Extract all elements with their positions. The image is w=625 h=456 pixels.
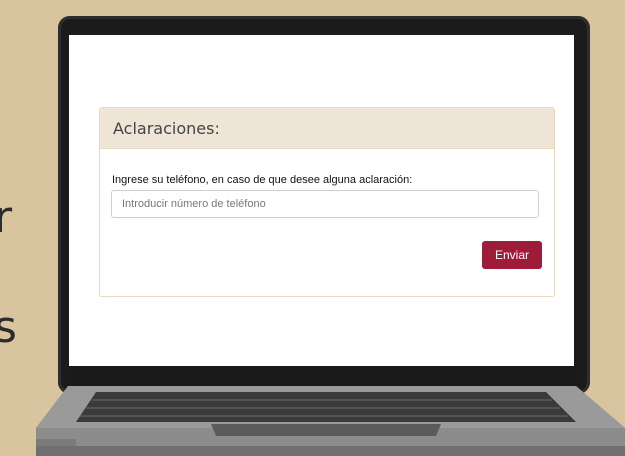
aclaraciones-panel: Aclaraciones: Ingrese su teléfono, en ca… xyxy=(99,107,555,297)
phone-input[interactable] xyxy=(111,190,539,218)
laptop-frame: Aclaraciones: Ingrese su teléfono, en ca… xyxy=(0,0,625,456)
laptop-base xyxy=(36,386,625,456)
trackpad xyxy=(211,424,441,436)
keyboard xyxy=(76,392,576,422)
phone-field-label: Ingrese su teléfono, en caso de que dese… xyxy=(112,174,413,186)
laptop-hinge xyxy=(68,366,576,388)
panel-title: Aclaraciones: xyxy=(100,108,554,149)
laptop-screen: Aclaraciones: Ingrese su teléfono, en ca… xyxy=(69,35,574,367)
submit-button[interactable]: Enviar xyxy=(482,241,542,269)
